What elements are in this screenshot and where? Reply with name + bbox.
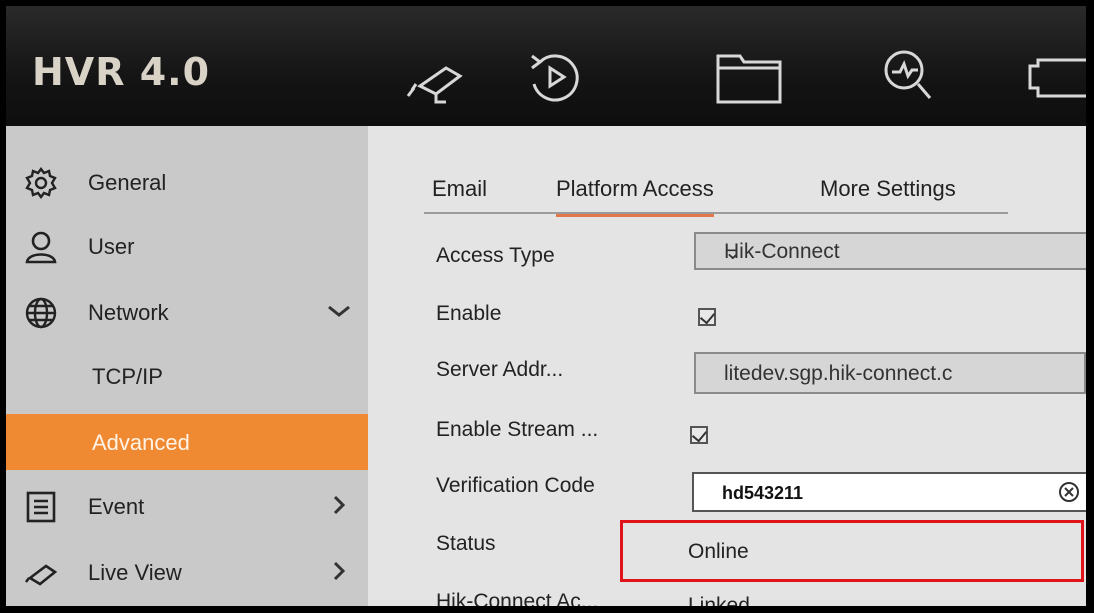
playback-icon[interactable] (520, 46, 590, 106)
sidebar-item-label: Event (88, 494, 145, 519)
sidebar-item-label: General (88, 170, 167, 195)
hik-connect-account-value: Linked (688, 594, 750, 606)
enable-checkbox[interactable] (698, 308, 716, 326)
hik-connect-account-label: Hik-Connect Ac... (436, 590, 599, 606)
top-bar: HVR 4.0 (6, 6, 1086, 126)
photo-frame: HVR 4.0 General User Network TCP/IP Adva… (0, 0, 1094, 613)
sidebar-item-tcpip[interactable]: TCP/IP (6, 348, 368, 406)
status-highlight-box (620, 520, 1084, 582)
status-label: Status (436, 532, 496, 555)
sidebar-item-label: User (88, 234, 135, 259)
sidebar-item-label: TCP/IP (92, 364, 163, 389)
sidebar-item-advanced[interactable]: Advanced (6, 414, 368, 470)
verification-code-value: hd543211 (722, 483, 804, 503)
clear-icon[interactable] (1058, 481, 1080, 503)
main-panel: Email Platform Access More Settings Acce… (368, 126, 1086, 606)
sidebar-item-network[interactable]: Network (6, 284, 368, 342)
sidebar-item-general[interactable]: General (6, 154, 368, 212)
globe-icon (24, 296, 58, 330)
tab-bar: Email Platform Access More Settings (424, 162, 1008, 217)
tab-more-settings[interactable]: More Settings (820, 176, 956, 202)
search-icon[interactable] (874, 46, 944, 106)
sidebar-item-live-view[interactable]: Live View (6, 544, 368, 602)
video-camera-icon[interactable] (1024, 46, 1086, 106)
chevron-right-icon[interactable] (326, 558, 352, 584)
sidebar-item-label: Network (88, 300, 169, 325)
app-logo: HVR 4.0 (32, 50, 211, 94)
access-type-label: Access Type (436, 244, 555, 267)
chevron-down-icon[interactable] (326, 298, 352, 324)
server-addr-label: Server Addr... (436, 358, 564, 381)
verification-code-field[interactable]: hd543211 (692, 472, 1086, 512)
folder-icon[interactable] (714, 46, 784, 106)
tab-platform-access[interactable]: Platform Access (556, 176, 714, 217)
sidebar-item-label: Advanced (92, 430, 190, 455)
verification-code-label: Verification Code (436, 474, 595, 497)
sidebar: General User Network TCP/IP Advanced Eve… (6, 126, 368, 606)
server-addr-field[interactable]: litedev.sgp.hik-connect.c (694, 352, 1086, 394)
server-addr-value: litedev.sgp.hik-connect.c (724, 362, 953, 385)
chevron-right-icon[interactable] (326, 492, 352, 518)
gear-icon (24, 166, 58, 200)
user-icon (24, 230, 58, 264)
enable-stream-label: Enable Stream ... (436, 418, 599, 441)
enable-stream-checkbox[interactable] (690, 426, 708, 444)
tab-email[interactable]: Email (432, 176, 487, 202)
sidebar-item-user[interactable]: User (6, 218, 368, 276)
sidebar-item-label: Live View (88, 560, 182, 585)
camera-icon[interactable] (406, 46, 476, 106)
dropdown-caret-icon: ⌄ (724, 241, 742, 264)
sidebar-item-event[interactable]: Event (6, 478, 368, 536)
camera-icon (24, 556, 58, 590)
enable-label: Enable (436, 302, 502, 325)
dvr-screen: HVR 4.0 General User Network TCP/IP Adva… (6, 6, 1086, 606)
access-type-select[interactable]: Hik-Connect ⌄ (694, 232, 1086, 270)
event-icon (24, 490, 58, 524)
